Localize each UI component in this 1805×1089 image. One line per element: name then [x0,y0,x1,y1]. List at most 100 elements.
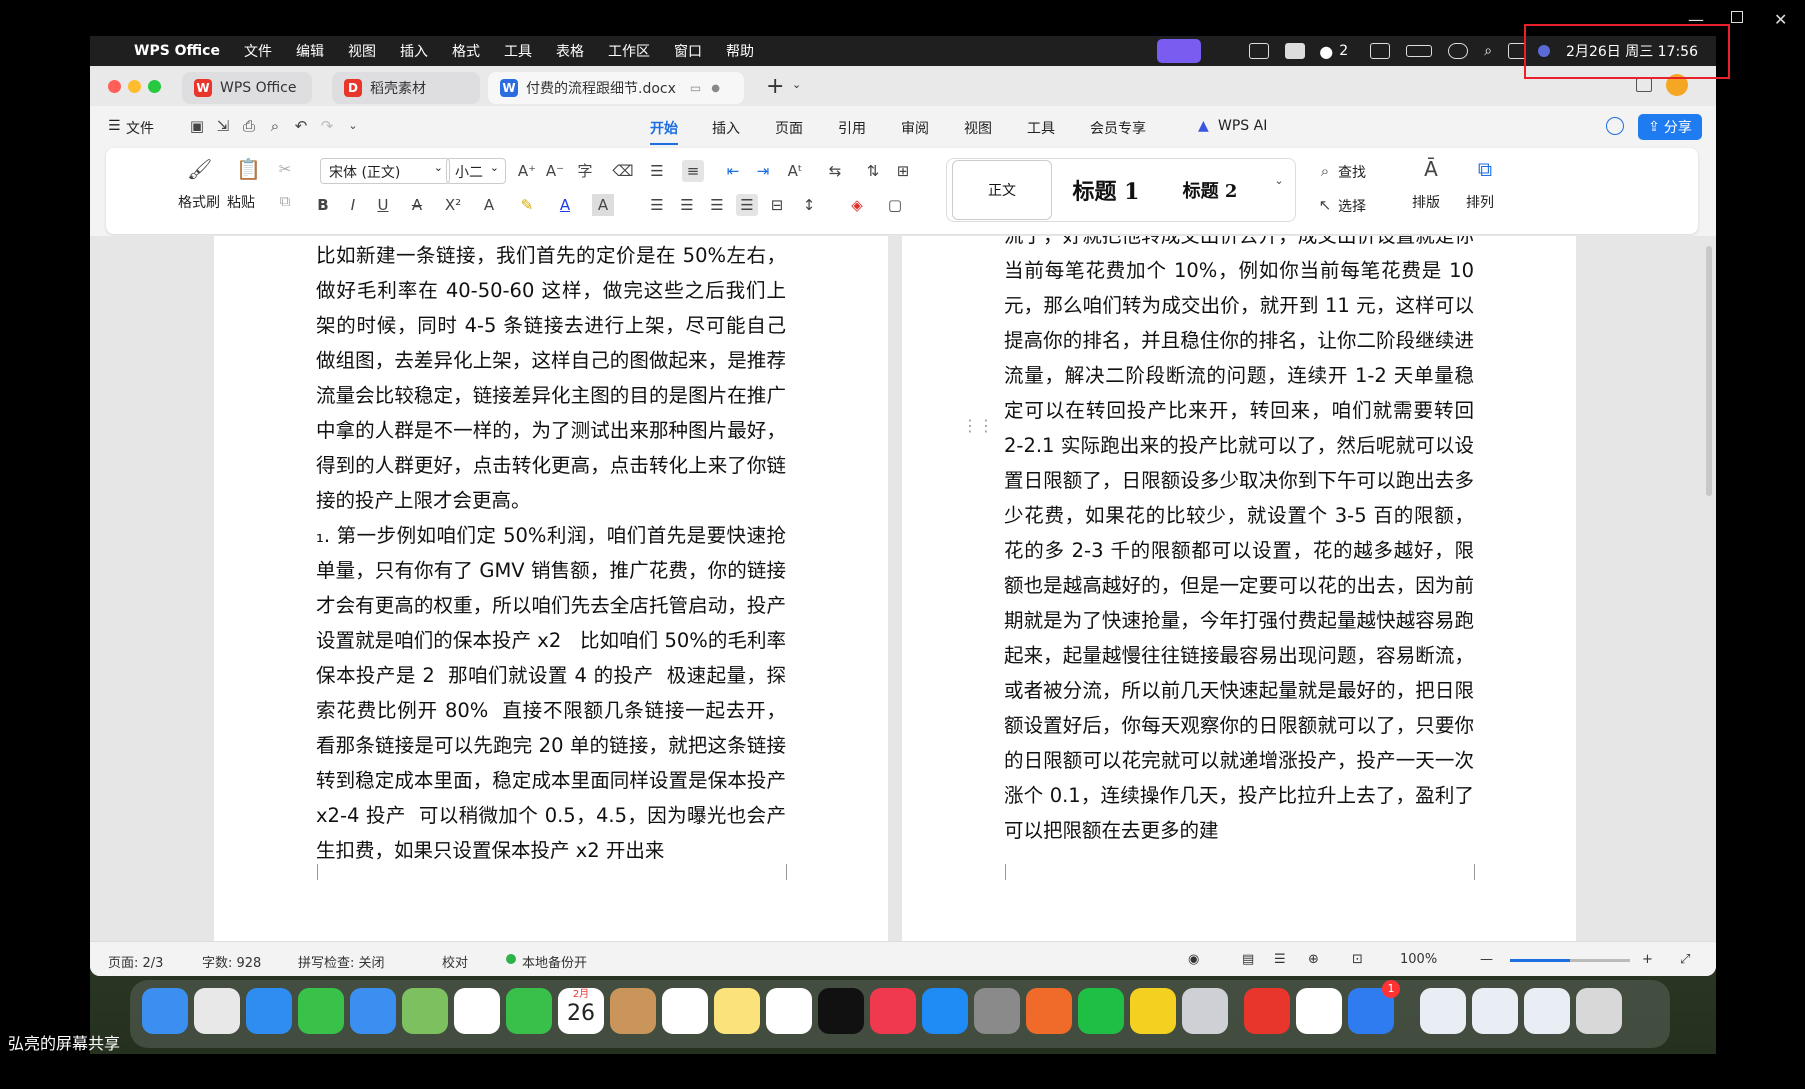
shading-icon[interactable]: ◈ [846,194,868,216]
apple-tv-icon[interactable] [818,988,864,1034]
tab-wps-ai[interactable]: WPS AI [1218,118,1267,134]
tab-page[interactable]: 页面 [775,118,803,138]
bullet-list-icon[interactable]: ☰ [646,160,668,182]
contacts-icon[interactable] [610,988,656,1034]
reminders-icon[interactable] [662,988,708,1034]
paste-button[interactable]: 粘贴 [227,192,255,212]
reading-mode-icon[interactable]: ◉ [1188,952,1199,967]
music-icon[interactable] [870,988,916,1034]
finder-icon[interactable] [142,988,188,1034]
find-icon[interactable]: ⌕ [1314,160,1336,182]
menu-help[interactable]: 帮助 [714,41,766,61]
font-size-select[interactable]: 小二 ⌄ [446,158,506,184]
border-icon[interactable]: ▢ [884,194,906,216]
wechat-dock-icon[interactable] [1078,988,1124,1034]
system-settings-icon[interactable] [974,988,1020,1034]
window-close-icon[interactable] [108,80,121,93]
page-indicator[interactable]: 页面: 2/3 [108,952,163,971]
link-icon[interactable] [1448,43,1469,59]
paste-icon[interactable]: 📋 [236,158,261,180]
fit-page-icon[interactable]: ⊡ [1352,952,1363,967]
distribute-icon[interactable]: ⊟ [766,194,788,216]
tab-view[interactable]: 视图 [964,118,992,138]
window-layout-icon[interactable] [1636,78,1652,92]
wps-menubar-icon[interactable] [1285,43,1306,59]
tab-pin-icon[interactable]: ▭ [690,81,701,95]
select-icon[interactable]: ↖ [1314,194,1336,216]
clear-format-icon[interactable]: ⌫ [612,160,634,182]
notes-icon[interactable] [714,988,760,1034]
share-button[interactable]: ⇪ 分享 [1638,114,1702,140]
sogou-input-icon[interactable] [1026,988,1072,1034]
app-yellow-icon[interactable] [1130,988,1176,1034]
zoom-slider[interactable] [1510,959,1630,962]
facetime-icon[interactable] [506,988,552,1034]
menubar-app-name[interactable]: WPS Office [122,43,232,59]
hamburger-icon[interactable]: ☰ [108,118,121,134]
drag-handle-icon[interactable]: ⋮⋮ [962,416,994,435]
char-shading-icon[interactable]: A [592,194,614,216]
document-canvas[interactable]: 比如新建一条链接，我们首先的定价是在 50%左右，做好毛利率在 40-50-60… [90,236,1716,941]
print-preview-icon[interactable]: ⌕ [264,115,286,137]
underline-icon[interactable]: U [372,194,394,216]
align-center-icon[interactable]: ☰ [676,194,698,216]
app-menubar-icon[interactable] [1249,43,1270,59]
text-effect-icon[interactable]: A [478,194,500,216]
bold-icon[interactable]: B [312,194,334,216]
tab-daoke[interactable]: D 稻壳素材 [332,72,480,104]
align-left-icon[interactable]: ☰ [646,194,668,216]
cut-icon[interactable]: ✂ [274,158,296,180]
menu-window[interactable]: 窗口 [662,41,714,61]
page-3-text[interactable]: 流了，好就把他转成交出价去开，成交出价设置就是你当前每笔花费加个 10%，例如你… [1004,236,1474,848]
recent-window-icon[interactable] [1472,988,1518,1034]
export-icon[interactable]: ⇲ [212,115,234,137]
page-view-icon[interactable]: ▤ [1242,952,1254,967]
trash-icon[interactable] [1576,988,1622,1034]
style-heading-1[interactable]: 标题 1 [1056,160,1156,220]
maps-icon[interactable] [402,988,448,1034]
tab-document[interactable]: W 付费的流程跟细节.docx ▭ ● [488,72,744,104]
menu-edit[interactable]: 编辑 [284,41,336,61]
increase-indent-icon[interactable]: ⇥ [752,160,774,182]
menu-table[interactable]: 表格 [544,41,596,61]
pinduoduo-icon[interactable] [1244,988,1290,1034]
redo-icon[interactable]: ↷ [316,115,338,137]
numbered-list-icon[interactable]: ≡ [682,160,704,182]
tab-wps-office[interactable]: W WPS Office [182,72,312,104]
grow-font-icon[interactable]: A⁺ [516,160,538,182]
tab-tools[interactable]: 工具 [1027,118,1055,138]
style-normal[interactable]: 正文 [952,160,1052,220]
mail-icon[interactable] [350,988,396,1034]
select-button[interactable]: 选择 [1338,196,1366,216]
cloud-upload-icon[interactable] [1606,117,1624,135]
tab-insert[interactable]: 插入 [712,118,740,138]
tab-home[interactable]: 开始 [650,118,678,145]
tab-references[interactable]: 引用 [838,118,866,138]
show-marks-icon[interactable]: ⊞ [892,160,914,182]
new-tab-icon[interactable]: + [766,74,784,99]
align-right-icon[interactable]: ☰ [706,194,728,216]
menu-insert[interactable]: 插入 [388,41,440,61]
fullscreen-icon[interactable]: ⤢ [1680,952,1690,967]
highlight-icon[interactable]: ✎ [516,194,538,216]
photos-icon[interactable] [454,988,500,1034]
print-icon[interactable]: ⎙ [238,115,260,137]
window-minimize-icon[interactable] [128,80,141,93]
freeform-icon[interactable] [766,988,812,1034]
screen-share-status-icon[interactable] [1157,39,1202,63]
sort-icon[interactable]: ⇅ [862,160,884,182]
iphone-mirroring-icon[interactable] [1182,988,1228,1034]
format-painter-button[interactable]: 格式刷 [178,192,220,212]
outline-view-icon[interactable]: ☰ [1274,952,1286,967]
menu-tools[interactable]: 工具 [492,41,544,61]
proofread-button[interactable]: 校对 [442,952,468,971]
launchpad-icon[interactable] [194,988,240,1034]
decrease-indent-icon[interactable]: ⇤ [722,160,744,182]
font-name-select[interactable]: 宋体 (正文) ⌄ [320,158,450,184]
arrange-icon[interactable]: ⧉ [1474,158,1496,180]
downloads-stack-icon[interactable] [1524,988,1570,1034]
file-menu-button[interactable]: 文件 [126,118,154,138]
save-icon[interactable]: ▣ [186,115,208,137]
wps-dock-icon[interactable] [1296,988,1342,1034]
italic-icon[interactable]: I [342,194,364,216]
